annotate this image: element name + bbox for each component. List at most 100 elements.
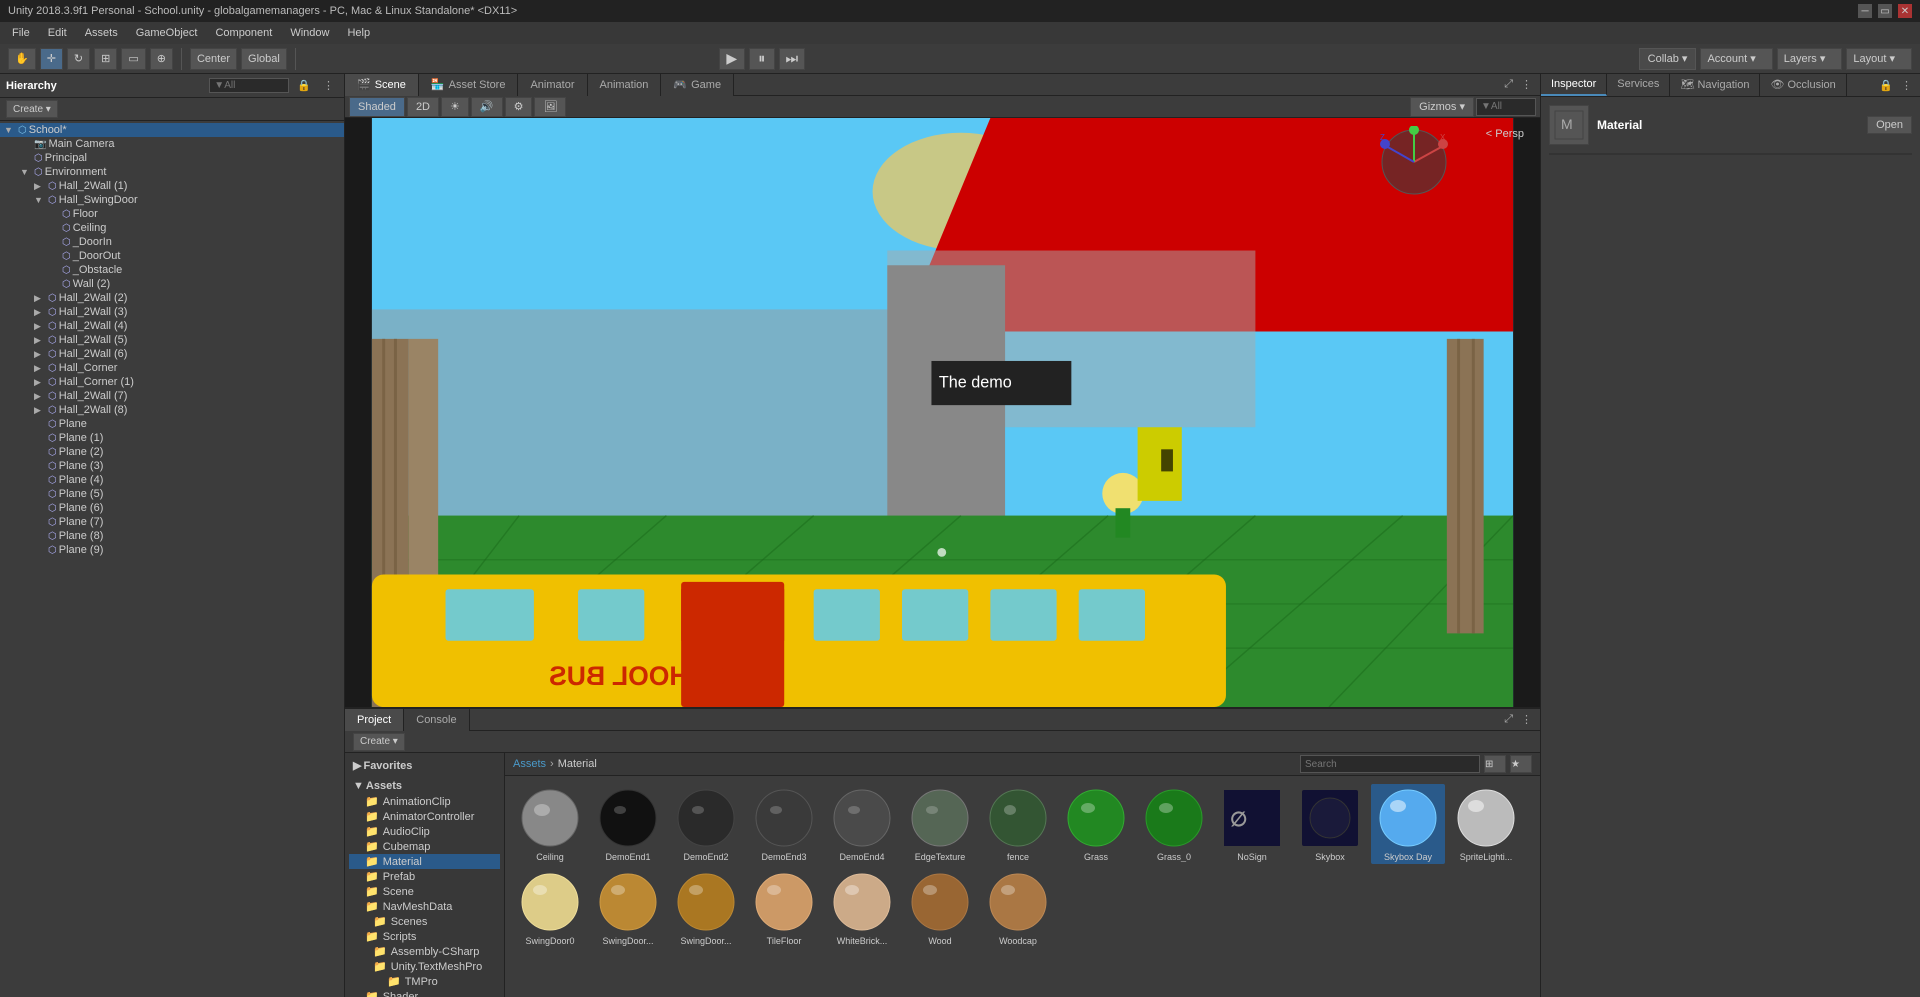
scene-view[interactable]: SCHOOL BUS The demo	[345, 118, 1540, 707]
tree-item-hall2wall6[interactable]: ▶ ⬡ Hall_2Wall (6)	[0, 347, 344, 361]
tab-services[interactable]: Services	[1607, 74, 1670, 96]
asset-item-nosign[interactable]: ∅ NoSign	[1215, 784, 1289, 864]
tree-item-plane7[interactable]: ⬡ Plane (7)	[0, 515, 344, 529]
tab-console[interactable]: Console	[404, 709, 469, 731]
menu-gameobject[interactable]: GameObject	[128, 25, 206, 41]
project-folder-tmppro[interactable]: 📁 TMPro	[349, 974, 500, 989]
project-folder-material[interactable]: 📁 Material	[349, 854, 500, 869]
tree-item-school[interactable]: ▼ ⬡ School*	[0, 123, 344, 137]
tree-item-hallcorner[interactable]: ▶ ⬡ Hall_Corner	[0, 361, 344, 375]
tool-move[interactable]: ✛	[40, 48, 63, 70]
tree-item-doorout[interactable]: ⬡ _DoorOut	[0, 249, 344, 263]
tree-item-hallcorner1[interactable]: ▶ ⬡ Hall_Corner (1)	[0, 375, 344, 389]
pivot-button[interactable]: Center	[190, 48, 237, 70]
account-dropdown[interactable]: Account ▾	[1700, 48, 1772, 70]
asset-star-button[interactable]: ★	[1510, 755, 1532, 773]
project-folder-prefab[interactable]: 📁 Prefab	[349, 869, 500, 884]
next-button[interactable]: ⏭	[779, 48, 805, 70]
minimize-button[interactable]: ─	[1858, 4, 1872, 18]
menu-edit[interactable]: Edit	[40, 25, 75, 41]
scene-maximize-icon[interactable]: ⤢	[1500, 78, 1517, 91]
asset-options-button[interactable]: ⊞	[1484, 755, 1506, 773]
tab-navigation[interactable]: 🗺 Navigation	[1670, 74, 1760, 96]
tree-item-plane9[interactable]: ⬡ Plane (9)	[0, 543, 344, 557]
breadcrumb-assets[interactable]: Assets	[513, 758, 546, 770]
tool-hand[interactable]: ✋	[8, 48, 36, 70]
project-folder-scenes[interactable]: 📁 Scenes	[349, 914, 500, 929]
asset-item-demoend1[interactable]: DemoEnd1	[591, 784, 665, 864]
menu-component[interactable]: Component	[207, 25, 280, 41]
asset-item-whitebrick[interactable]: WhiteBrick...	[825, 868, 899, 948]
bottom-maximize-icon[interactable]: ⤢	[1500, 713, 1517, 726]
tree-item-obstacle[interactable]: ⬡ _Obstacle	[0, 263, 344, 277]
tree-item-plane3[interactable]: ⬡ Plane (3)	[0, 459, 344, 473]
tab-asset-store[interactable]: 🏪 Asset Store	[419, 74, 519, 96]
tab-game[interactable]: 🎮 Game	[661, 74, 734, 96]
tree-item-hall2wall7[interactable]: ▶ ⬡ Hall_2Wall (7)	[0, 389, 344, 403]
pause-button[interactable]: ⏸	[749, 48, 775, 70]
hierarchy-lock-icon[interactable]: 🔒	[293, 79, 315, 92]
hierarchy-search[interactable]	[209, 78, 289, 93]
project-folder-textmeshpro[interactable]: 📁 Unity.TextMeshPro	[349, 959, 500, 974]
tab-animator[interactable]: Animator	[518, 74, 587, 96]
tree-item-plane4[interactable]: ⬡ Plane (4)	[0, 473, 344, 487]
layout-dropdown[interactable]: Layout ▾	[1846, 48, 1912, 70]
project-folder-assembly[interactable]: 📁 Assembly-CSharp	[349, 944, 500, 959]
tab-occlusion[interactable]: 👁 Occlusion	[1760, 74, 1846, 96]
tree-item-doorin[interactable]: ⬡ _DoorIn	[0, 235, 344, 249]
asset-item-wood[interactable]: Wood	[903, 868, 977, 948]
project-folder-shader[interactable]: 📁 Shader	[349, 989, 500, 997]
tool-rotate[interactable]: ↻	[67, 48, 90, 70]
tree-item-plane1[interactable]: ⬡ Plane (1)	[0, 431, 344, 445]
tab-inspector[interactable]: Inspector	[1541, 74, 1607, 96]
layers-dropdown[interactable]: Layers ▾	[1777, 48, 1843, 70]
scene-more-icon[interactable]: ⋮	[1517, 78, 1536, 91]
asset-item-demoend4[interactable]: DemoEnd4	[825, 784, 899, 864]
tree-item-hall2wall8[interactable]: ▶ ⬡ Hall_2Wall (8)	[0, 403, 344, 417]
hierarchy-more-icon[interactable]: ⋮	[319, 79, 338, 92]
asset-item-fence[interactable]: fence	[981, 784, 1055, 864]
tree-item-plane2[interactable]: ⬡ Plane (2)	[0, 445, 344, 459]
tree-item-hallswingdoor[interactable]: ▼ ⬡ Hall_SwingDoor	[0, 193, 344, 207]
tool-transform[interactable]: ⊕	[150, 48, 173, 70]
space-button[interactable]: Global	[241, 48, 287, 70]
restore-button[interactable]: ▭	[1878, 4, 1892, 18]
lighting-button[interactable]: ☀	[441, 97, 469, 117]
tree-item-plane6[interactable]: ⬡ Plane (6)	[0, 501, 344, 515]
inspector-more-icon[interactable]: ⋮	[1897, 79, 1916, 92]
project-folder-navmeshdata[interactable]: 📁 NavMeshData	[349, 899, 500, 914]
tree-item-floor[interactable]: ⬡ Floor	[0, 207, 344, 221]
project-folder-animctrl[interactable]: 📁 AnimatorController	[349, 809, 500, 824]
tab-scene[interactable]: 🎬 Scene	[345, 74, 419, 96]
asset-item-tilefloor[interactable]: TileFloor	[747, 868, 821, 948]
tree-item-wall2[interactable]: ⬡ Wall (2)	[0, 277, 344, 291]
tool-rect[interactable]: ▭	[121, 48, 145, 70]
asset-item-edgetexture[interactable]: EdgeTexture	[903, 784, 977, 864]
project-folder-animclip[interactable]: 📁 AnimationClip	[349, 794, 500, 809]
asset-item-swingdoor0[interactable]: SwingDoor0	[513, 868, 587, 948]
assets-header[interactable]: ▼ Assets	[349, 778, 500, 794]
tree-item-environment[interactable]: ▼ ⬡ Environment	[0, 165, 344, 179]
asset-item-skybox[interactable]: Skybox	[1293, 784, 1367, 864]
project-folder-cubemap[interactable]: 📁 Cubemap	[349, 839, 500, 854]
asset-item-grass[interactable]: Grass	[1059, 784, 1133, 864]
tree-item-hall2wall4[interactable]: ▶ ⬡ Hall_2Wall (4)	[0, 319, 344, 333]
tab-project[interactable]: Project	[345, 709, 404, 731]
scene-search-input[interactable]	[1476, 98, 1536, 116]
breadcrumb-material[interactable]: Material	[558, 758, 597, 770]
project-folder-audioclip[interactable]: 📁 AudioClip	[349, 824, 500, 839]
tree-item-plane[interactable]: ⬡ Plane	[0, 417, 344, 431]
hierarchy-create-button[interactable]: Create ▾	[6, 100, 58, 118]
tree-item-principal[interactable]: ⬡ Principal	[0, 151, 344, 165]
tree-item-hall2wall5[interactable]: ▶ ⬡ Hall_2Wall (5)	[0, 333, 344, 347]
gizmos-button[interactable]: Gizmos ▾	[1410, 97, 1474, 117]
tree-item-hall2wall2[interactable]: ▶ ⬡ Hall_2Wall (2)	[0, 291, 344, 305]
menu-window[interactable]: Window	[282, 25, 337, 41]
asset-item-grass0[interactable]: Grass_0	[1137, 784, 1211, 864]
menu-file[interactable]: File	[4, 25, 38, 41]
asset-search-input[interactable]	[1300, 755, 1480, 773]
mode-2d-button[interactable]: 2D	[407, 97, 439, 117]
project-folder-scene[interactable]: 📁 Scene	[349, 884, 500, 899]
tree-item-plane8[interactable]: ⬡ Plane (8)	[0, 529, 344, 543]
asset-item-ceiling[interactable]: Ceiling	[513, 784, 587, 864]
